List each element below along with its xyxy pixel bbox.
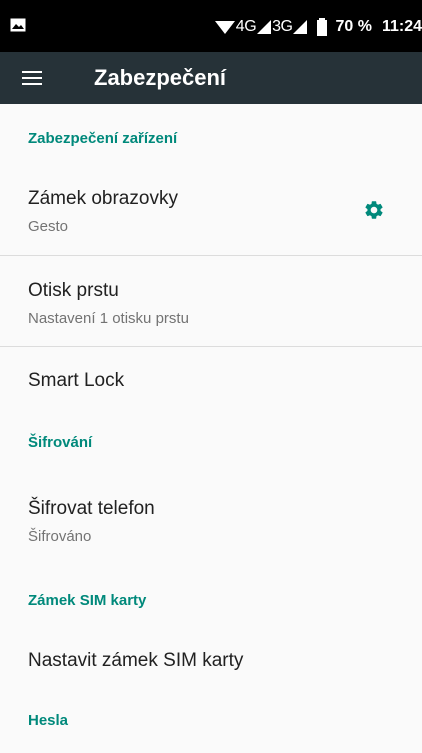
category-passwords: Hesla: [28, 712, 69, 729]
pref-screen-lock-summary: Gesto: [28, 218, 69, 235]
pref-smart-lock-title: Smart Lock: [28, 370, 125, 391]
status-indicators: 4G 3G 70 % 11:24: [214, 17, 422, 37]
settings-screen: 4G 3G 70 % 11:24 Zabezpečení Zabezpečení…: [0, 0, 422, 753]
hamburger-menu-icon[interactable]: [22, 69, 42, 87]
network-4g-label: 4G: [235, 18, 257, 35]
category-device-security: Zabezpečení zařízení: [28, 130, 178, 147]
pref-fingerprint-summary: Nastavení 1 otisku prstu: [28, 310, 189, 327]
category-encryption: Šifrování: [28, 434, 93, 451]
battery-percent: 70 %: [335, 18, 372, 35]
wifi-icon: [214, 21, 235, 34]
pref-screen-lock-title: Zámek obrazovky: [28, 188, 178, 209]
gear-icon[interactable]: [363, 199, 385, 221]
network-3g-label: 3G: [272, 18, 293, 35]
signal-icon: [257, 20, 272, 34]
pref-encrypt-phone-title: Šifrovat telefon: [28, 498, 155, 519]
app-toolbar: Zabezpečení: [0, 52, 422, 104]
pref-fingerprint-title: Otisk prstu: [28, 280, 119, 301]
divider: [0, 346, 422, 347]
status-bar: 4G 3G 70 % 11:24: [0, 0, 422, 52]
battery-icon: [317, 18, 328, 36]
category-sim-lock: Zámek SIM karty: [28, 592, 147, 609]
divider: [0, 255, 422, 256]
clock: 11:24: [381, 18, 422, 35]
pref-encrypt-phone-summary: Šifrováno: [28, 528, 92, 545]
signal-icon-secondary: [293, 20, 308, 34]
image-notification-icon: [10, 18, 26, 32]
pref-set-sim-lock-title: Nastavit zámek SIM karty: [28, 650, 244, 671]
page-title: Zabezpečení: [94, 65, 227, 90]
